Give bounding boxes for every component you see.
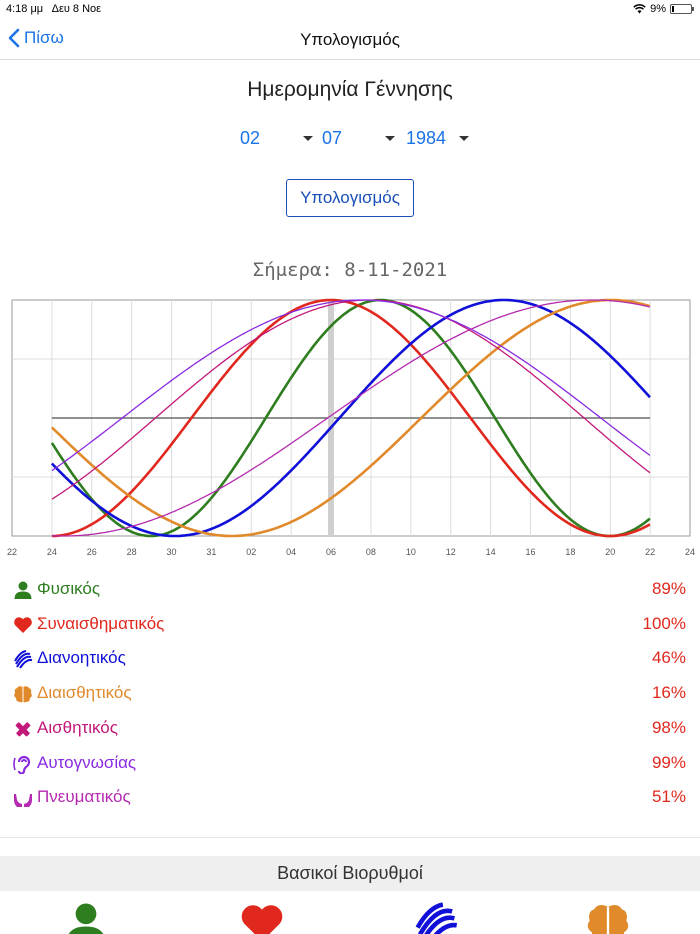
divider	[0, 837, 700, 838]
brain-icon	[13, 684, 33, 704]
chart-x-tick-label: 28	[127, 547, 137, 557]
biorhythm-label: Αυτογνωσίας	[37, 752, 137, 772]
calculate-button[interactable]: Υπολογισμός	[286, 179, 414, 217]
biorhythm-row: Φυσικός 89%	[0, 575, 700, 605]
today-date-label: Σήμερα: 8-11-2021	[252, 259, 448, 281]
biorhythm-label: Πνευματικός	[37, 787, 131, 807]
brain-waves-icon[interactable]	[413, 900, 459, 934]
chart-x-tick-label: 14	[486, 547, 496, 557]
chart-x-tick-label: 31	[206, 547, 216, 557]
chart-x-tick-label: 26	[87, 547, 97, 557]
month-caret-icon[interactable]	[385, 136, 395, 141]
chart-x-tick-label: 24	[685, 547, 695, 557]
chart-x-tick-label: 18	[565, 547, 575, 557]
biorhythm-row: Διανοητικός 46%	[0, 644, 700, 674]
biorhythm-value: 89%	[651, 579, 686, 598]
biorhythm-value: 100%	[642, 613, 686, 633]
year-select[interactable]: 1984	[406, 128, 446, 149]
hands-icon	[13, 788, 33, 808]
biorhythm-row: Διαισθητικός 16%	[0, 679, 700, 709]
biorhythm-row: Συναισθηματικός 100%	[0, 610, 700, 640]
heart-icon[interactable]	[239, 900, 285, 934]
birth-date-heading: Ημερομηνία Γέννησης	[247, 78, 453, 101]
biorhythm-label: Φυσικός	[37, 579, 101, 598]
battery-percent: 9%	[650, 3, 666, 15]
chart-x-tick-label: 08	[366, 547, 376, 557]
chart-x-tick-label: 16	[525, 547, 535, 557]
chart-x-tick-label: 12	[446, 547, 456, 557]
day-caret-icon[interactable]	[303, 136, 313, 141]
page-title: Υπολογισμός	[300, 30, 400, 49]
chart-x-tick-label: 22	[7, 547, 17, 557]
biorhythm-row: Πνευματικός 51%	[0, 783, 700, 813]
status-time: 4:18 μμ	[6, 3, 44, 15]
chart-x-tick-label: 30	[167, 547, 177, 557]
biorhythm-value: 51%	[651, 787, 686, 807]
day-select[interactable]: 02	[240, 128, 260, 149]
status-bar: 4:18 μμ Δευ 8 Νοε 9%	[0, 0, 700, 20]
battery-icon	[670, 4, 694, 14]
basic-biorhythms-header: Βασικοί Βιορυθμοί	[0, 856, 700, 891]
brain-waves-icon	[13, 649, 33, 669]
biorhythm-label: Διανοητικός	[37, 648, 126, 668]
biorhythm-label: Διαισθητικός	[37, 683, 132, 703]
navigation-bar: Πίσω Υπολογισμός	[0, 20, 700, 60]
person-icon[interactable]	[63, 900, 109, 934]
month-select[interactable]: 07	[322, 128, 342, 149]
birth-date-selectors: 02 07 1984	[0, 128, 700, 152]
wifi-icon	[633, 4, 646, 14]
chart-x-tick-label: 24	[47, 547, 57, 557]
biorhythm-value: 16%	[651, 683, 686, 703]
chart-x-tick-label: 02	[246, 547, 256, 557]
year-caret-icon[interactable]	[459, 136, 469, 141]
biorhythm-chart: 22 24 26 28 30 31 02 04 06 08 10 12 14 16 18 20 22 24	[7, 298, 695, 557]
biorhythm-row: Αισθητικός 98%	[0, 714, 700, 744]
biorhythm-label: Αισθητικός	[37, 717, 118, 737]
biorhythm-row: Αυτογνωσίας 99%	[0, 749, 700, 779]
biorhythm-value: 98%	[651, 717, 686, 737]
ear-icon	[13, 754, 33, 775]
heart-icon	[13, 615, 33, 635]
chart-x-tick-label: 20	[605, 547, 615, 557]
chart-x-tick-label: 10	[406, 547, 416, 557]
biorhythm-value: 99%	[651, 752, 686, 772]
pencil-ruler-icon	[13, 719, 33, 739]
brain-icon[interactable]	[585, 900, 631, 934]
chart-x-tick-label: 06	[326, 547, 336, 557]
chart-x-tick-label: 22	[645, 547, 655, 557]
chart-x-tick-label: 04	[286, 547, 296, 557]
person-icon	[13, 580, 33, 600]
biorhythm-label: Συναισθηματικός	[37, 613, 165, 633]
status-date: Δευ 8 Νοε	[51, 3, 102, 15]
biorhythm-value: 46%	[651, 648, 686, 668]
